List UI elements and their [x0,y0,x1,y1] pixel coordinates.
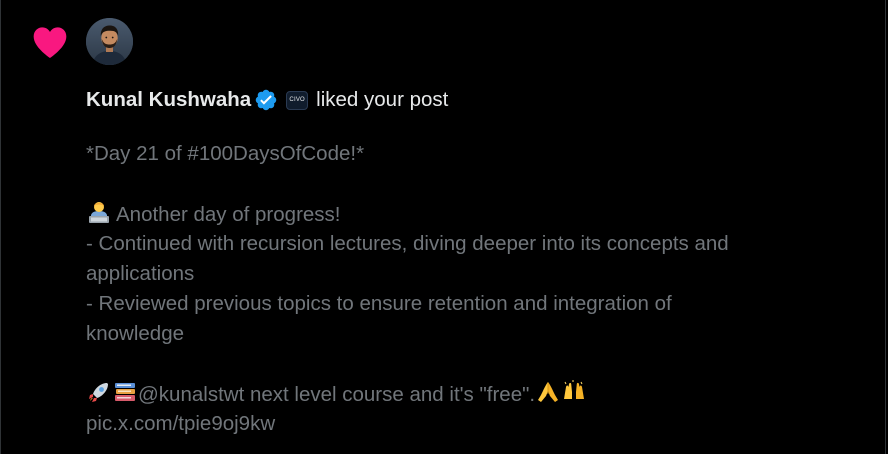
post-line: - Continued with recursion lectures, div… [86,232,729,255]
post-text[interactable]: *Day 21 of #100DaysOfCode!* Another day … [86,139,856,439]
post-line: applications [86,262,195,285]
post-line: *Day 21 of #100DaysOfCode!* [86,142,365,165]
rocket-emoji-icon [89,383,108,402]
post-line: Another day of progress! [86,199,856,229]
heart-icon [33,27,67,58]
notification-headline: Kunal Kushwaha CIVO liked your post [86,87,448,113]
folded-hands-emoji-icon [538,382,559,402]
user-name-link[interactable]: Kunal Kushwaha [86,87,251,113]
post-media-link[interactable]: pic.x.com/tpie9oj9kw [86,409,856,439]
post-line-text: @kunalstwt next level course and it's "f… [138,383,536,406]
affiliate-badge-icon[interactable]: CIVO [286,90,309,110]
post-line: - Reviewed previous topics to ensure ret… [86,292,672,315]
post-line: knowledge [86,322,185,345]
like-notification[interactable]: Kunal Kushwaha CIVO liked your post *Day… [0,0,886,454]
user-avatar[interactable] [86,18,133,65]
technologist-emoji-icon [89,202,109,223]
avatar-image [86,18,133,65]
verified-badge-icon[interactable] [254,88,278,112]
notification-action-text: liked your post [316,88,449,111]
raising-hands-emoji-icon [564,380,585,399]
post-line: @kunalstwt next level course and it's "f… [86,379,856,409]
post-line-text: Another day of progress! [116,203,341,226]
books-emoji-icon [115,383,135,401]
